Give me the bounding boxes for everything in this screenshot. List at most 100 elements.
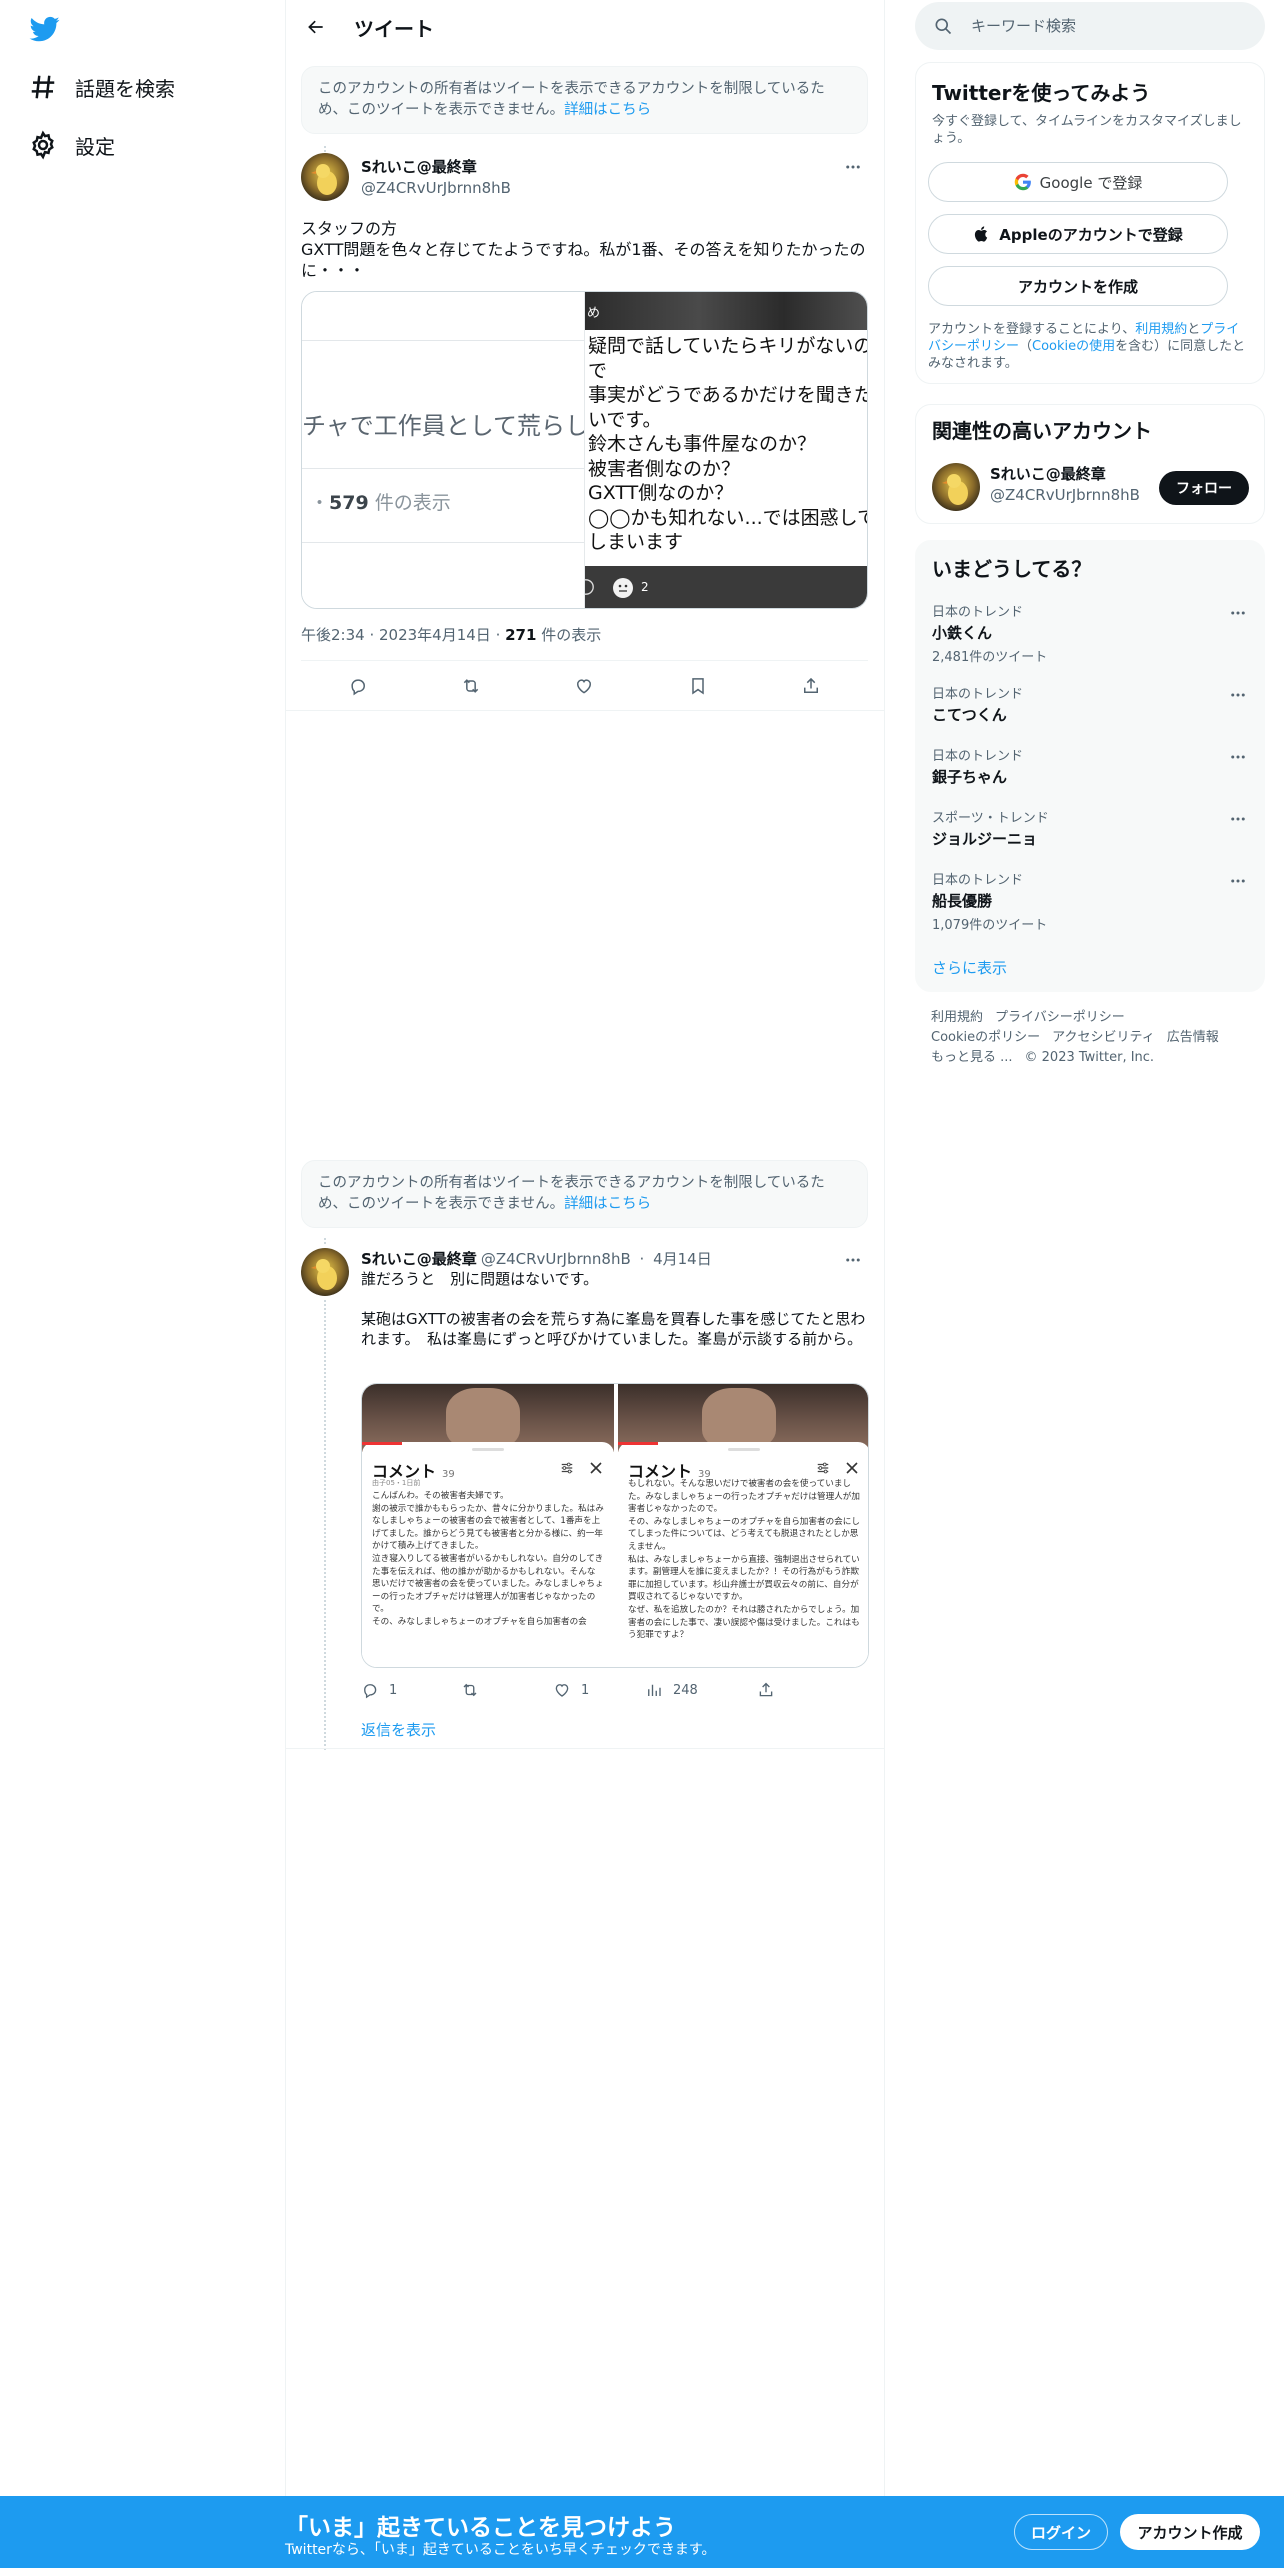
show-replies-link[interactable]: 返信を表示	[361, 1719, 436, 1740]
tweet-image-card[interactable]: チャで工作員として荒らし ・579 件の表示 め 疑問で話していたらキリがないの…	[301, 291, 868, 609]
footer-copyright: © 2023 Twitter, Inc.	[1024, 1050, 1155, 1065]
relevant-accounts-panel: 関連性の高いアカウント Sれいこ@最終章 @Z4CRvUrJbrnn8hB フォ…	[915, 404, 1265, 524]
tweet-time: 午後2:34	[301, 626, 365, 644]
trend-item[interactable]: 日本のトレンド 船長優勝 1,079件のツイート	[932, 869, 1250, 933]
trend-item[interactable]: 日本のトレンド 銀子ちゃん	[932, 745, 1250, 787]
heart-icon	[555, 1684, 569, 1697]
create-account-label: アカウントを作成	[1017, 277, 1138, 296]
tweet-author[interactable]: Sれいこ@最終章 @Z4CRvUrJbrnn8hB · 4月14日	[361, 1248, 712, 1269]
handle: @Z4CRvUrJbrnn8hB	[990, 486, 1140, 504]
retweet-button[interactable]	[461, 1681, 553, 1699]
cookie-link[interactable]: Cookieの使用	[1032, 339, 1115, 354]
column-divider-right	[884, 0, 885, 2500]
search-icon	[935, 18, 952, 35]
trends-panel: いまどうしてる？ 日本のトレンド 小鉄くん 2,481件のツイート 日本のトレン…	[915, 540, 1265, 992]
retweet-button[interactable]	[454, 669, 488, 703]
reply-button[interactable]	[341, 669, 375, 703]
nav-settings[interactable]: 設定	[28, 125, 115, 165]
signup-button[interactable]: アカウント作成	[1120, 2514, 1260, 2550]
divider	[286, 710, 884, 711]
card-reaction-count: 2	[641, 580, 649, 594]
tweet-date[interactable]: 4月14日	[653, 1250, 712, 1268]
views-button[interactable]: 248	[645, 1681, 757, 1699]
media-image[interactable]: コメント 39 由子05・1日前 こんばんわ。その被害者夫婦です。 謝の被示で誰か…	[362, 1384, 614, 1667]
search-box[interactable]	[915, 2, 1265, 50]
signup-panel-title: Twitterを使ってみよう	[932, 81, 1151, 105]
avatar[interactable]	[301, 153, 349, 201]
learn-more-link[interactable]: 詳細はこちら	[564, 1196, 651, 1212]
trend-name: 小鉄くん	[932, 624, 993, 642]
trend-item[interactable]: 日本のトレンド 小鉄くん 2,481件のツイート	[932, 601, 1250, 665]
login-button[interactable]: ログイン	[1014, 2514, 1108, 2550]
retweet-icon	[463, 679, 479, 693]
back-button[interactable]	[298, 9, 334, 45]
adjust-icon	[817, 1462, 829, 1474]
like-button[interactable]: 1	[553, 1681, 645, 1699]
footer-privacy-link[interactable]: プライバシーポリシー	[995, 1010, 1125, 1025]
relevant-account[interactable]: Sれいこ@最終章 @Z4CRvUrJbrnn8hB	[990, 463, 1140, 504]
footer-links: 利用規約 プライバシーポリシー Cookieのポリシー アクセシビリティ 広告情報 も…	[931, 1008, 1261, 1068]
card-right-text: 疑問で話していたらキリがないので 事実がどうであるかだけを聞きたいです。 鈴木さ…	[588, 335, 868, 553]
more-horizontal-icon	[846, 1258, 860, 1262]
apple-icon	[975, 226, 988, 242]
avatar[interactable]	[301, 1248, 349, 1296]
more-horizontal-icon	[846, 165, 860, 169]
banner-title: 「いま」起きていることを見つけよう	[285, 2515, 676, 2541]
learn-more-link[interactable]: 詳細はこちら	[564, 102, 651, 118]
display-name: Sれいこ@最終章	[361, 1250, 477, 1268]
media-image[interactable]: コメント 39 もしれない。そんな思いだけで被害者の会を使っていました。みなしまし…	[618, 1384, 868, 1667]
banner-subtitle: Twitterなら、「いま」起きていることをいち早くチェックできます。	[285, 2542, 716, 2558]
main-column: ツイート このアカウントの所有者はツイートを表示できるアカウントを制限しているた…	[286, 0, 884, 2500]
nav-settings-label: 設定	[75, 134, 115, 159]
retweet-icon	[463, 1683, 477, 1697]
avatar[interactable]	[932, 463, 980, 511]
footer-more-link[interactable]: もっと見る ...	[931, 1050, 1013, 1065]
tweet-action-bar	[301, 662, 868, 710]
google-signup-label: Google で登録	[1039, 173, 1143, 192]
trend-category: 日本のトレンド	[932, 605, 1024, 620]
share-icon	[759, 1682, 773, 1697]
views-count: 248	[673, 1682, 698, 1698]
search-input[interactable]	[971, 17, 1231, 35]
close-icon	[590, 1462, 602, 1474]
footer-cookie-link[interactable]: Cookieのポリシー	[931, 1030, 1040, 1045]
tweet-author[interactable]: Sれいこ@最終章 @Z4CRvUrJbrnn8hB	[361, 156, 511, 197]
more-options-button[interactable]	[838, 155, 868, 179]
reply-icon	[351, 679, 365, 696]
bookmark-button[interactable]	[681, 669, 715, 703]
comment-text: こんばんわ。その被害者夫婦です。 謝の被示で誰かももらったか、昔々に分かりました…	[372, 1491, 604, 1627]
footer-terms-link[interactable]: 利用規約	[931, 1010, 983, 1025]
tweet-text: スタッフの方 GXTT問題を色々と存じてたようですね。私が1番、その答えを知りた…	[301, 219, 866, 280]
card-image-right: め 疑問で話していたらキリがないので 事実がどうであるかだけを聞きたいです。 鈴…	[585, 292, 868, 608]
trend-item[interactable]: 日本のトレンド こてつくん	[932, 683, 1250, 725]
main-header: ツイート	[286, 0, 884, 54]
footer-ads-link[interactable]: 広告情報	[1167, 1030, 1219, 1045]
create-account-button[interactable]: アカウントを作成	[928, 266, 1228, 306]
apple-signup-button[interactable]: Appleのアカウントで登録	[928, 214, 1228, 254]
divider	[286, 1748, 884, 1749]
twitter-logo-icon[interactable]	[28, 14, 62, 44]
more-horizontal-icon[interactable]	[1226, 601, 1250, 625]
tweet-action-bar: 1 1 248	[361, 1678, 869, 1702]
share-button[interactable]	[794, 669, 828, 703]
card-dark-footer: 2	[585, 566, 867, 608]
google-signup-button[interactable]: Google で登録	[928, 162, 1228, 202]
share-icon	[804, 677, 819, 693]
more-horizontal-icon[interactable]	[1226, 869, 1250, 893]
nav-explore[interactable]: 話題を検索	[28, 67, 175, 107]
footer-accessibility-link[interactable]: アクセシビリティ	[1052, 1030, 1155, 1045]
nav-explore-label: 話題を検索	[75, 76, 175, 101]
show-more-link[interactable]: さらに表示	[932, 957, 1007, 978]
more-horizontal-icon[interactable]	[1226, 683, 1250, 707]
display-name: Sれいこ@最終章	[990, 465, 1106, 483]
more-horizontal-icon[interactable]	[1226, 807, 1250, 831]
tweet-timestamp[interactable]: 午後2:34 · 2023年4月14日 · 271 件の表示	[301, 624, 601, 645]
trend-item[interactable]: スポーツ・トレンド ジョルジーニョ	[932, 807, 1250, 849]
follow-button[interactable]: フォロー	[1159, 471, 1249, 505]
reply-button[interactable]: 1	[361, 1681, 461, 1699]
more-horizontal-icon[interactable]	[1226, 745, 1250, 769]
terms-link[interactable]: 利用規約	[1135, 322, 1187, 337]
like-button[interactable]	[567, 669, 601, 703]
share-button[interactable]	[757, 1681, 775, 1699]
thread-line	[324, 1300, 326, 1750]
